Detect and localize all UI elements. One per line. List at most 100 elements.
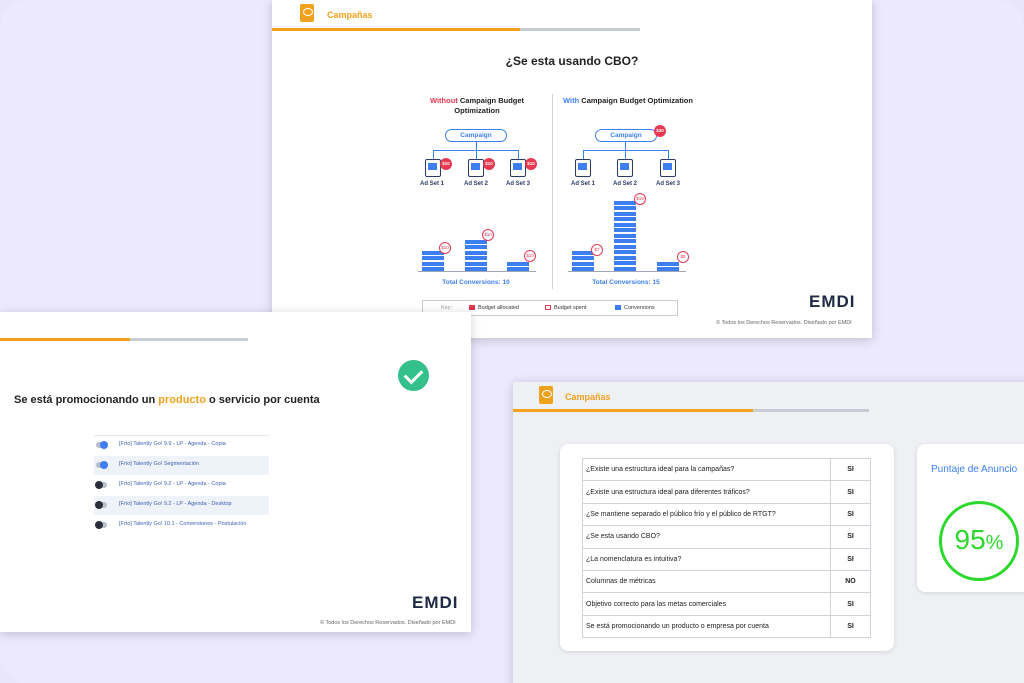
answer-cell: SI (830, 592, 871, 616)
ad-set-icon (468, 159, 484, 177)
column-divider (552, 94, 553, 289)
key-budget-spent: Budget spent (545, 305, 586, 311)
campaign-row[interactable]: [Frío] Talently Go! 9.9 - LP - Agenda - … (94, 435, 269, 454)
progress-bar-accent (272, 28, 520, 31)
score-ring: 95% (939, 501, 1019, 581)
answer-cell: SI (830, 457, 871, 482)
campaign-pill-without: Campaign (445, 129, 507, 142)
table-row: Objetivo correcto para las metas comerci… (582, 592, 871, 616)
toggle-switch[interactable] (96, 441, 108, 449)
answer-cell: SI (830, 525, 871, 549)
table-row: Se está promocionando un producto o empr… (582, 614, 871, 639)
campaign-pill-with: Campaign (595, 129, 657, 142)
table-row: ¿Existe una estructura ideal para difere… (582, 480, 871, 504)
question-cell: ¿Existe una estructura ideal para la cam… (582, 457, 831, 482)
tree-line (476, 150, 477, 159)
product-promotion-slide: Se está promocionando un producto o serv… (0, 312, 471, 632)
toggle-switch[interactable] (95, 521, 107, 529)
score-value: 95% (954, 524, 1004, 555)
with-cbo-title: With Campaign Budget Optimization (563, 96, 693, 105)
check-circle-icon (398, 360, 429, 391)
table-row: Columnas de métricas NO (582, 569, 871, 594)
progress-bar-accent (0, 338, 130, 341)
key-budget-allocated: Budget allocated (469, 305, 519, 311)
emdi-logo: EMDI (412, 593, 459, 612)
spent-badge: $10 (482, 229, 494, 241)
spent-badge: $10 (439, 242, 451, 254)
tree-line (433, 150, 434, 159)
slide-title: Se está promocionando un producto o serv… (14, 394, 320, 406)
campaign-row[interactable]: [Frío] Talently Go! 10.1 - Conversiones … (94, 516, 269, 535)
answer-cell: SI (830, 480, 871, 504)
tree-line (625, 142, 626, 150)
ad-set-label: Ad Set 1 (419, 181, 444, 187)
score-card: Puntaje de Anuncio 95% (917, 444, 1024, 592)
table-row: ¿Se mantiene separado el público frío y … (582, 502, 871, 527)
progress-bar-track (753, 409, 869, 412)
spent-badge: $18 (634, 193, 646, 205)
budget-badge: $30 (654, 125, 666, 137)
tree-line (625, 150, 626, 159)
key-conversions: Conversions (615, 305, 655, 311)
budget-badge: $10 (440, 158, 452, 170)
tree-line (583, 150, 669, 151)
key-label: Key: (441, 305, 453, 311)
ad-set-icon (510, 159, 526, 177)
without-cbo-title: Without Campaign Budget Optimization (429, 96, 525, 115)
question-cell: ¿Se esta usando CBO? (582, 525, 831, 549)
campaign-name[interactable]: [Frío] Talently Go! 9.2 - LP - Agenda - … (119, 501, 232, 507)
progress-bar-accent (513, 409, 753, 412)
answer-cell: NO (830, 569, 871, 594)
toggle-switch[interactable] (95, 481, 107, 489)
table-row: ¿Se esta usando CBO? SI (582, 525, 871, 549)
budget-badge: $10 (483, 158, 495, 170)
slide-question: ¿Se esta usando CBO? (505, 54, 639, 68)
campaign-icon (539, 386, 553, 404)
slide-header: Campañas (327, 10, 373, 20)
toggle-switch[interactable] (95, 501, 107, 509)
conversion-bar (614, 199, 636, 271)
ad-set-label: Ad Set 1 (570, 181, 595, 187)
campaign-row[interactable]: [Frío] Talently Go! Segmentación (94, 456, 269, 475)
checklist-table: ¿Existe una estructura ideal para la cam… (582, 457, 871, 639)
tree-line (476, 142, 477, 150)
question-cell: Se está promocionando un producto o empr… (582, 614, 831, 639)
question-cell: Objetivo correcto para las metas comerci… (582, 592, 831, 616)
cbo-slide: Campañas ¿Se esta usando CBO? Without Ca… (272, 0, 872, 338)
conversion-bar (657, 260, 679, 271)
spent-badge: $5 (677, 251, 689, 263)
campaign-row[interactable]: [Frío] Talently Go! 9.2 - LP - Agenda - … (94, 476, 269, 495)
campaign-name[interactable]: [Frío] Talently Go! 9.2 - LP - Agenda - … (119, 481, 226, 487)
campaign-name[interactable]: [Frío] Talently Go! 9.9 - LP - Agenda - … (119, 441, 226, 447)
footer-copyright: © Todos los Derechos Reservados. Diseñad… (716, 320, 852, 326)
ad-set-icon (617, 159, 633, 177)
baseline (418, 271, 536, 272)
ad-set-label: Ad Set 3 (505, 181, 530, 187)
baseline (568, 271, 686, 272)
tree-line (583, 150, 584, 159)
answer-cell: SI (830, 547, 871, 571)
spent-badge: $7 (591, 244, 603, 256)
progress-bar-track (520, 28, 640, 31)
ad-set-icon (575, 159, 591, 177)
answer-cell: SI (830, 502, 871, 527)
ad-set-icon (425, 159, 441, 177)
campaign-name[interactable]: [Frío] Talently Go! 10.1 - Conversiones … (119, 521, 246, 527)
tree-line (668, 150, 669, 159)
table-row: ¿La nomenclatura es intuitiva? SI (582, 547, 871, 571)
conversion-bar (465, 238, 487, 271)
ad-set-label: Ad Set 2 (612, 181, 637, 187)
question-cell: Columnas de métricas (582, 569, 831, 594)
answer-cell: SI (830, 614, 871, 639)
tree-line (518, 150, 519, 159)
question-cell: ¿Se mantiene separado el público frío y … (582, 502, 831, 527)
campaign-icon (300, 4, 314, 22)
question-cell: ¿Existe una estructura ideal para difere… (582, 480, 831, 504)
campaign-name[interactable]: [Frío] Talently Go! Segmentación (119, 461, 199, 467)
campaign-row[interactable]: [Frío] Talently Go! 9.2 - LP - Agenda - … (94, 496, 269, 515)
table-row: ¿Existe una estructura ideal para la cam… (582, 457, 871, 482)
footer-copyright: © Todos los Derechos Reservados. Diseñad… (320, 620, 456, 626)
toggle-switch[interactable] (96, 461, 108, 469)
progress-bar-track (130, 338, 248, 341)
ad-set-label: Ad Set 2 (463, 181, 488, 187)
